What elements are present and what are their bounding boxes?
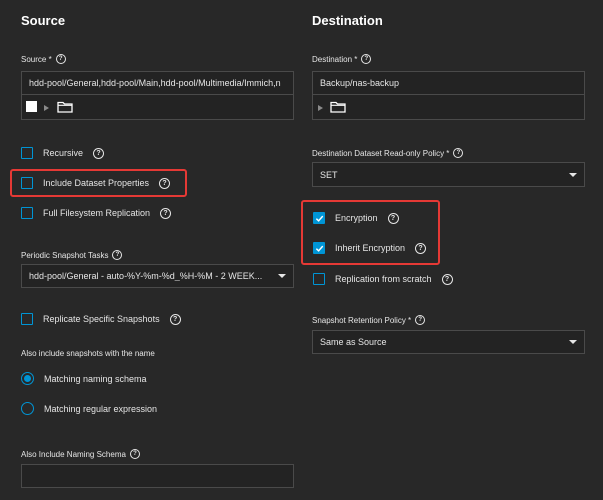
full-filesystem-replication-checkbox[interactable] [21, 207, 33, 219]
inherit-encryption-option[interactable]: Inherit Encryption ? [313, 242, 427, 254]
help-circle-icon[interactable]: ? [453, 148, 464, 158]
periodic-snapshot-tasks-select[interactable]: hdd-pool/General - auto-%Y-%m-%d_%H-%M -… [21, 264, 294, 288]
help-circle-icon[interactable]: ? [112, 250, 123, 260]
help-circle-icon[interactable]: ? [169, 313, 181, 325]
readonly-policy-select[interactable]: SET [312, 162, 585, 187]
periodic-snapshot-tasks-label: Periodic Snapshot Tasks ? [21, 250, 123, 260]
full-filesystem-replication-option[interactable]: Full Filesystem Replication ? [21, 207, 172, 219]
naming-schema-input[interactable] [21, 464, 294, 488]
encryption-option[interactable]: Encryption ? [313, 212, 399, 224]
help-circle-icon[interactable]: ? [129, 449, 140, 459]
also-include-naming-schema-label: Also Include Naming Schema ? [21, 449, 140, 459]
recursive-option[interactable]: Recursive ? [21, 147, 105, 159]
help-circle-icon[interactable]: ? [387, 212, 399, 224]
include-dataset-properties-checkbox[interactable] [21, 177, 33, 189]
replicate-specific-snapshots-checkbox[interactable] [21, 313, 33, 325]
destination-section-title: Destination [312, 13, 383, 28]
radio-matching-naming-schema[interactable]: Matching naming schema [21, 372, 147, 385]
radio-button-selected[interactable] [21, 372, 34, 385]
help-circle-icon[interactable]: ? [160, 207, 172, 219]
highlight-box-encryption [301, 200, 440, 265]
help-circle-icon[interactable]: ? [361, 54, 372, 64]
recursive-checkbox[interactable] [21, 147, 33, 159]
source-field-label: Source * ? [21, 54, 66, 64]
help-circle-icon[interactable]: ? [159, 177, 171, 189]
radio-matching-regular-expression[interactable]: Matching regular expression [21, 402, 157, 415]
folder-icon[interactable] [57, 101, 73, 113]
triangle-right-icon[interactable] [318, 105, 323, 111]
help-circle-icon[interactable]: ? [93, 147, 105, 159]
include-dataset-properties-option[interactable]: Include Dataset Properties ? [21, 177, 171, 189]
replication-from-scratch-checkbox[interactable] [313, 273, 325, 285]
help-circle-icon[interactable]: ? [415, 242, 427, 254]
chevron-down-icon [569, 172, 577, 177]
folder-icon[interactable] [330, 101, 346, 113]
also-include-snapshots-label: Also include snapshots with the name [21, 349, 155, 358]
readonly-policy-label: Destination Dataset Read-only Policy * ? [312, 148, 464, 158]
source-input[interactable]: hdd-pool/General,hdd-pool/Main,hdd-pool/… [21, 71, 294, 95]
snapshot-retention-policy-select[interactable]: Same as Source [312, 330, 585, 354]
source-tree-select-checkbox[interactable] [26, 101, 37, 112]
checkmark-icon [315, 245, 323, 252]
source-section-title: Source [21, 13, 66, 28]
inherit-encryption-checkbox[interactable] [313, 242, 325, 254]
encryption-checkbox[interactable] [313, 212, 325, 224]
snapshot-retention-policy-label: Snapshot Retention Policy * ? [312, 315, 426, 325]
radio-button[interactable] [21, 402, 34, 415]
triangle-right-icon[interactable] [44, 105, 49, 111]
destination-input[interactable]: Backup/nas-backup [312, 71, 585, 95]
help-circle-icon[interactable]: ? [415, 315, 426, 325]
replicate-specific-snapshots-option[interactable]: Replicate Specific Snapshots ? [21, 313, 181, 325]
destination-field-label: Destination * ? [312, 54, 372, 64]
source-tree [21, 95, 294, 120]
chevron-down-icon [569, 340, 577, 344]
help-circle-icon[interactable]: ? [441, 273, 453, 285]
help-circle-icon[interactable]: ? [55, 54, 66, 64]
chevron-down-icon [278, 274, 286, 278]
replication-from-scratch-option[interactable]: Replication from scratch ? [313, 273, 453, 285]
destination-tree [312, 95, 585, 120]
checkmark-icon [315, 215, 323, 222]
